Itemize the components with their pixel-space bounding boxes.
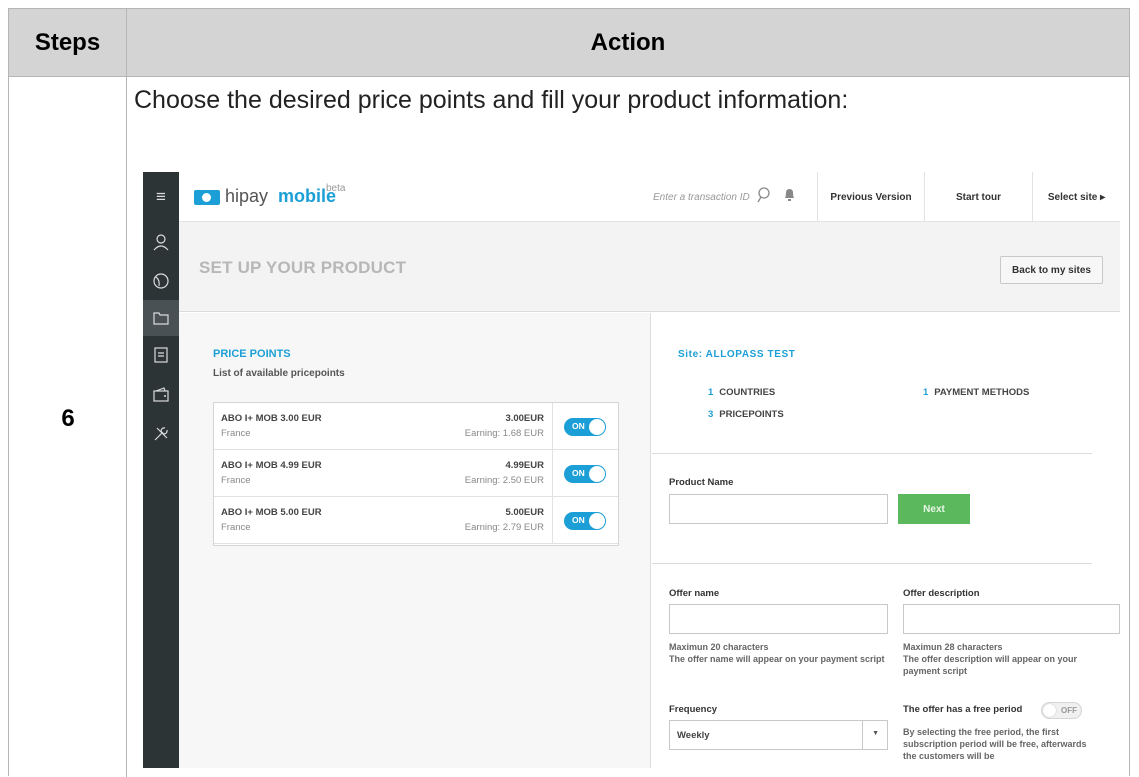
toggle-label: ON <box>572 515 585 525</box>
next-button[interactable]: Next <box>898 494 970 524</box>
header-steps: Steps <box>9 9 127 77</box>
offer-description-help: Maximun 28 characters The offer descript… <box>903 641 1099 677</box>
menu-icon[interactable]: ≡ <box>149 185 173 209</box>
site-title: Site: ALLOPASS TEST <box>678 349 796 360</box>
divider <box>552 450 553 496</box>
pricepoint-name: ABO I+ MOB 3.00 EUR <box>221 413 322 424</box>
offer-description-label: Offer description <box>903 588 980 599</box>
divider <box>552 497 553 543</box>
product-form-panel: Site: ALLOPASS TEST 1 COUNTRIES 1 PAYMENT … <box>652 313 1120 768</box>
offer-description-help-line: The offer description will appear on you… <box>903 654 1078 676</box>
pricepoint-earning: Earning: 2.79 EUR <box>464 522 544 533</box>
pricepoint-earning: Earning: 1.68 EUR <box>464 428 544 439</box>
toggle-knob <box>1043 704 1056 717</box>
offer-name-help-line: Maximun 20 characters <box>669 642 769 652</box>
app-screenshot: ≡ hipay mobile beta Enter a transaction … <box>143 172 1120 768</box>
offer-name-input[interactable] <box>669 604 888 634</box>
chevron-down-icon: ▼ <box>872 730 879 737</box>
pricepoint-toggle[interactable]: ON <box>564 418 606 436</box>
globe-icon[interactable] <box>149 269 173 293</box>
offer-name-help: Maximun 20 characters The offer name wil… <box>669 641 889 665</box>
step-number: 6 <box>61 405 75 432</box>
free-period-label: The offer has a free period <box>903 704 1023 715</box>
divider <box>652 563 1092 564</box>
pricepoint-country: France <box>221 428 251 439</box>
header-action: Action <box>590 29 666 56</box>
pricepoints-count: 3 <box>708 409 714 420</box>
toggle-knob <box>589 466 605 482</box>
countries-count: 1 <box>708 387 714 398</box>
table-header-row: Steps Action <box>9 9 1129 77</box>
toggle-knob <box>589 513 605 529</box>
toggle-knob <box>589 419 605 435</box>
logo-text: hipay <box>225 186 269 206</box>
hipay-logo-icon <box>194 190 220 205</box>
countries-label: COUNTRIES <box>719 387 776 398</box>
pricepoint-earning: Earning: 2.50 EUR <box>464 475 544 486</box>
instruction-text: Choose the desired price points and fill… <box>134 86 849 114</box>
frequency-value: Weekly <box>677 730 710 741</box>
frequency-select[interactable]: Weekly ▼ <box>669 720 888 750</box>
divider <box>862 721 863 749</box>
start-tour-button[interactable]: Start tour <box>924 172 1032 222</box>
top-bar: hipay mobile beta Enter a transaction ID… <box>179 172 1120 222</box>
product-name-label: Product Name <box>669 477 734 488</box>
page-title: SET UP YOUR PRODUCT <box>199 258 407 277</box>
page-header: SET UP YOUR PRODUCT Back to my sites <box>179 222 1120 312</box>
beta-badge: beta <box>326 183 346 194</box>
divider <box>552 403 553 449</box>
steps-column: 6 <box>9 77 127 777</box>
list-item: ABO I+ MOB 5.00 EUR France 5.00EUR Earni… <box>214 497 618 544</box>
offer-description-input[interactable] <box>903 604 1120 634</box>
list-item: ABO I+ MOB 3.00 EUR France 3.00EUR Earni… <box>214 403 618 450</box>
toggle-label: ON <box>572 421 585 431</box>
price-points-subtitle: List of available pricepoints <box>213 368 345 379</box>
back-to-my-sites-button[interactable]: Back to my sites <box>1000 256 1103 284</box>
tools-icon[interactable] <box>149 422 173 446</box>
payment-methods-stat: 1 PAYMENT METHODS <box>923 387 1029 398</box>
pricepoint-country: France <box>221 522 251 533</box>
offer-description-help-line: Maximun 28 characters <box>903 642 1003 652</box>
free-period-help: By selecting the free period, the first … <box>903 727 1087 761</box>
select-site-button[interactable]: Select site ▸ <box>1032 172 1120 222</box>
search-icon[interactable] <box>757 187 771 207</box>
document-icon[interactable] <box>149 343 173 367</box>
toggle-label: OFF <box>1061 706 1077 715</box>
pricepoint-toggle[interactable]: ON <box>564 512 606 530</box>
transaction-search-input[interactable]: Enter a transaction ID <box>653 192 750 203</box>
offer-name-help-line: The offer name will appear on your payme… <box>669 654 885 664</box>
list-item: ABO I+ MOB 4.99 EUR France 4.99EUR Earni… <box>214 450 618 497</box>
pricepoint-price: 3.00EUR <box>505 413 544 424</box>
sidebar: ≡ <box>143 172 179 768</box>
price-points-panel: PRICE POINTS List of available pricepoin… <box>179 313 651 768</box>
product-name-input[interactable] <box>669 494 888 524</box>
pricepoint-name: ABO I+ MOB 5.00 EUR <box>221 507 322 518</box>
previous-version-button[interactable]: Previous Version <box>817 172 924 222</box>
pricepoint-price: 5.00EUR <box>505 507 544 518</box>
price-points-title: PRICE POINTS <box>213 348 291 360</box>
pricepoints-label: PRICEPOINTS <box>719 409 784 420</box>
payment-label: PAYMENT METHODS <box>934 387 1030 398</box>
price-points-list: ABO I+ MOB 3.00 EUR France 3.00EUR Earni… <box>213 402 619 546</box>
user-icon[interactable] <box>149 230 173 254</box>
free-period-toggle[interactable]: OFF <box>1041 702 1082 719</box>
countries-stat: 1 COUNTRIES <box>708 387 775 398</box>
pricepoints-stat: 3 PRICEPOINTS <box>708 409 784 420</box>
pricepoint-toggle[interactable]: ON <box>564 465 606 483</box>
divider <box>652 453 1092 454</box>
pricepoint-price: 4.99EUR <box>505 460 544 471</box>
offer-name-label: Offer name <box>669 588 720 599</box>
pricepoint-country: France <box>221 475 251 486</box>
wallet-icon[interactable] <box>149 383 173 407</box>
folder-icon[interactable] <box>149 306 173 330</box>
pricepoint-name: ABO I+ MOB 4.99 EUR <box>221 460 322 471</box>
toggle-label: ON <box>572 468 585 478</box>
payment-count: 1 <box>923 387 929 398</box>
frequency-label: Frequency <box>669 704 718 715</box>
bell-icon[interactable] <box>783 187 796 205</box>
